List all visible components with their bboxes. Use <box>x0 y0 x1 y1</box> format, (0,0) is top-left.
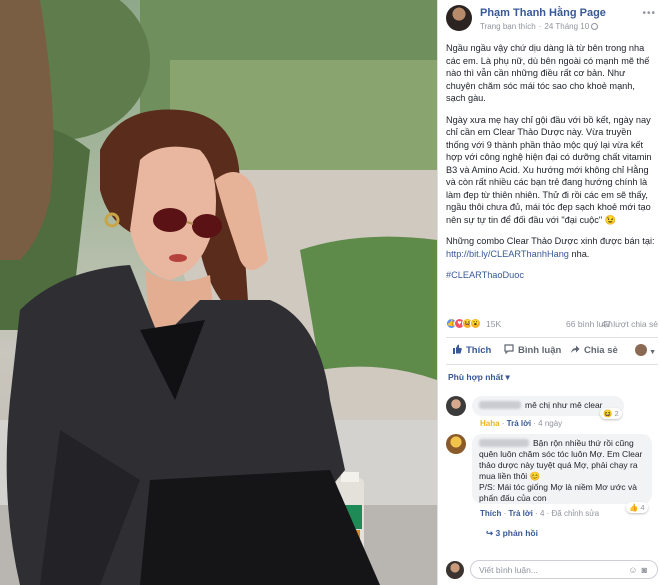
post-subline: Trang bạn thích · 24 Tháng 10 <box>480 22 599 31</box>
comment-input[interactable]: Viết bình luận... ☺◙ <box>470 560 658 579</box>
like-button[interactable]: Thích <box>452 344 491 356</box>
comment-edited-label[interactable]: Đã chỉnh sửa <box>552 509 600 518</box>
comment-icon <box>504 344 514 354</box>
comment-reply-link[interactable]: Trả lời <box>507 419 531 428</box>
comment-reaction-count: 4 <box>640 503 645 512</box>
comment-meta: Haha · Trả lời · 4 ngày <box>480 419 563 428</box>
comment-input-placeholder: Viết bình luận... <box>479 565 538 575</box>
commenter-avatar[interactable] <box>446 396 466 416</box>
wow-reaction-icon: 😮 <box>470 318 481 329</box>
view-replies-link[interactable]: ↪ 3 phản hồi <box>486 528 538 539</box>
share-button[interactable]: Chia sẻ <box>570 344 618 356</box>
page-name-link[interactable]: Phạm Thanh Hằng Page <box>480 7 606 19</box>
comment-bubble: Bận rộn nhiều thứ rồi cũng quên luôn chă… <box>472 434 652 504</box>
comment-reaction-badge[interactable]: 👍 4 <box>626 502 648 513</box>
globe-icon <box>591 23 599 30</box>
comment-button[interactable]: Bình luận <box>504 344 561 356</box>
commenter-avatar[interactable] <box>446 434 466 454</box>
comment-meta: Thích · Trả lời · 4 · Đã chỉnh sửa <box>480 509 600 518</box>
comment-text: Bận rộn nhiều thứ rồi cũng quên luôn chă… <box>479 438 643 503</box>
post-paragraph-3-text: Những combo Clear Thảo Dược xinh được bá… <box>446 236 655 246</box>
photo-illustration <box>0 0 437 585</box>
replies-count: 3 phản hồi <box>495 528 538 538</box>
facebook-photo-viewer: Phạm Thanh Hằng Page Trang bạn thích · 24 … <box>0 0 660 585</box>
page-avatar[interactable] <box>446 5 472 31</box>
reaction-summary[interactable]: 👍 ♥ 😆 😮 15K 66 bình luận 47 lượt chia sẻ <box>446 318 658 332</box>
comment-item: Bận rộn nhiều thứ rồi cũng quên luôn chă… <box>446 434 658 544</box>
emoji-icon[interactable]: ☺ <box>628 565 641 575</box>
post-date[interactable]: 24 Tháng 10 <box>544 22 589 31</box>
comment-like-link[interactable]: Thích <box>480 509 501 518</box>
comment-sort-dropdown[interactable]: Phù hợp nhất ▾ <box>448 372 510 383</box>
profile-audience-icon <box>635 344 648 356</box>
composer-icons: ☺◙ <box>628 565 651 575</box>
comment-composer: Viết bình luận... ☺◙ <box>446 559 658 581</box>
comment-text: mê chị như mê clear <box>525 400 603 410</box>
comment-reply-link[interactable]: Trả lời <box>508 509 532 518</box>
reaction-count[interactable]: 15K <box>486 319 501 329</box>
commenter-name[interactable] <box>479 401 521 409</box>
chevron-down-icon: ▼ <box>649 349 656 356</box>
hashtag-link[interactable]: #CLEARThaoDuoc <box>446 270 524 280</box>
comment-item: mê chị như mê clear 😆 2 Haha · Trả lời ·… <box>446 396 658 436</box>
shop-link-suffix: nha. <box>568 248 590 259</box>
share-label: Chia sẻ <box>584 345 618 356</box>
thumbs-up-icon <box>453 344 462 354</box>
post-panel: Phạm Thanh Hằng Page Trang bạn thích · 24 … <box>437 0 660 585</box>
post-paragraph-3: Những combo Clear Thảo Dược xinh được bá… <box>446 235 656 260</box>
action-bar: Thích Bình luận Chia sẻ ▼ <box>446 337 658 365</box>
current-user-avatar <box>446 561 464 579</box>
post-paragraph-2: Ngày xưa mẹ hay chỉ gội đầu với bồ kết, … <box>446 114 652 225</box>
comment-label: Bình luận <box>518 345 562 356</box>
post-paragraph-1: Ngầu ngầu vậy chứ dịu dàng là từ bên tro… <box>446 43 650 103</box>
camera-icon[interactable]: ◙ <box>642 565 651 575</box>
post-header: Phạm Thanh Hằng Page Trang bạn thích · 24 … <box>446 4 658 34</box>
commenter-name[interactable] <box>479 439 529 447</box>
comment-reaction-badge[interactable]: 😆 2 <box>600 408 622 419</box>
comment-reaction-count: 2 <box>614 409 619 418</box>
post-photo[interactable] <box>0 0 437 585</box>
share-count[interactable]: 47 lượt chia sẻ <box>601 319 658 329</box>
shop-link[interactable]: http://bit.ly/CLEARThanhHang <box>446 249 569 259</box>
audience-selector[interactable]: ▼ <box>635 344 656 357</box>
more-options-icon[interactable]: ••• <box>642 8 656 19</box>
comment-time[interactable]: 4 <box>540 509 544 518</box>
post-body: Ngầu ngầu vậy chứ dịu dàng là từ bên tro… <box>446 42 656 291</box>
comment-haha-link[interactable]: Haha <box>480 419 500 428</box>
liked-page-label: Trang bạn thích <box>480 22 536 31</box>
like-label: Thích <box>466 345 492 356</box>
share-icon <box>571 345 580 353</box>
comment-time[interactable]: 4 ngày <box>538 419 562 428</box>
